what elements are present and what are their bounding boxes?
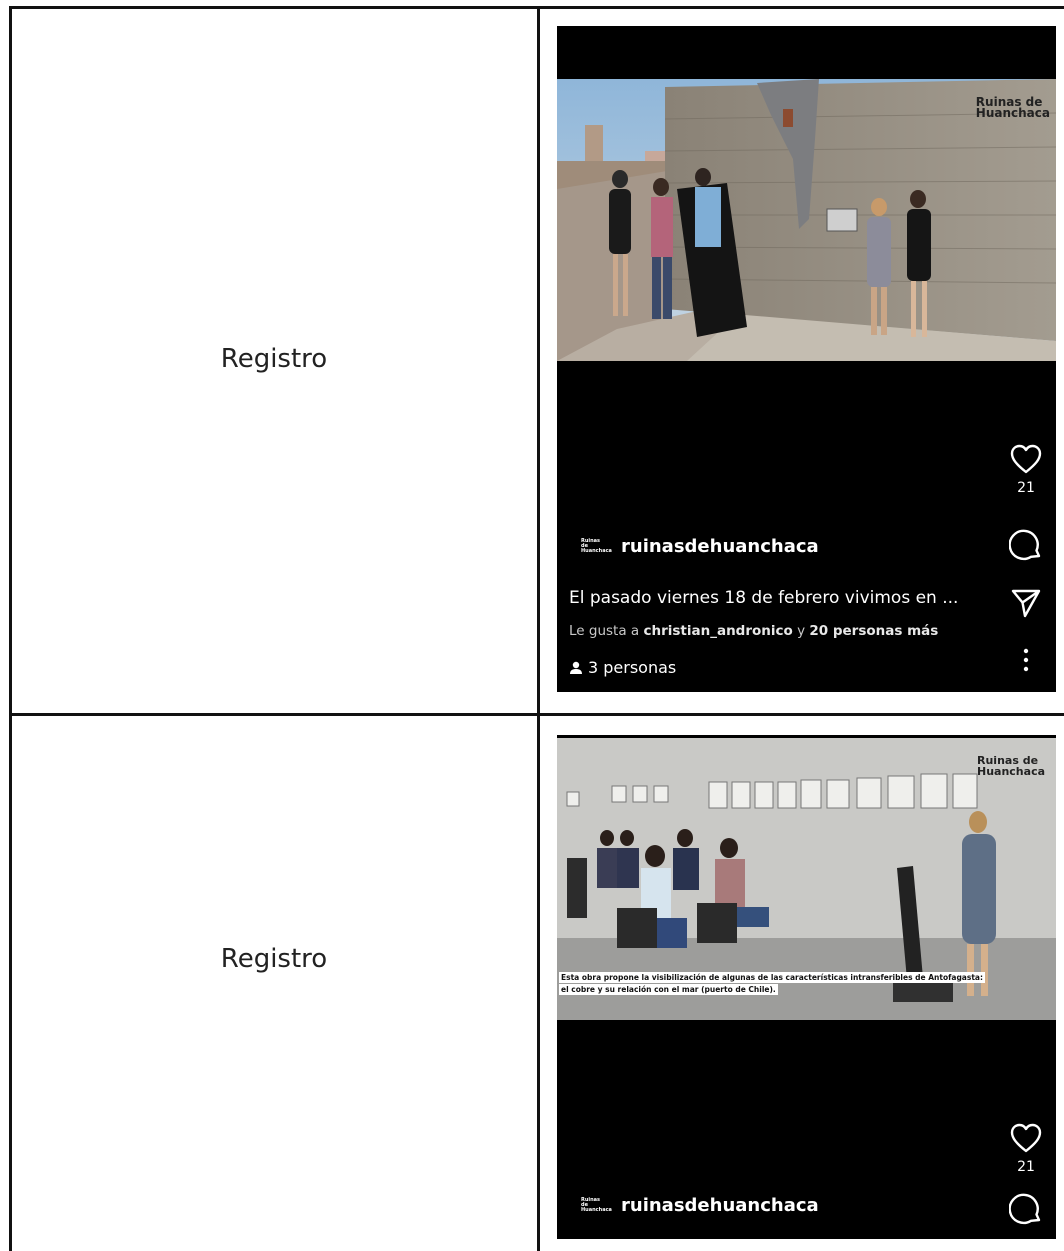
likes-prefix: Le gusta a bbox=[569, 623, 644, 639]
like-count: 21 bbox=[1017, 480, 1035, 496]
person-icon bbox=[570, 661, 582, 674]
liked-by-text[interactable]: Le gusta a christian_andronico y 20 pers… bbox=[569, 623, 938, 639]
comment-button[interactable] bbox=[996, 528, 1056, 562]
avatar-line-2: Huanchaca bbox=[581, 548, 612, 554]
avatar[interactable]: Ruinas de Huanchaca bbox=[581, 539, 612, 554]
heart-outline-icon bbox=[1010, 444, 1042, 474]
reel-actions: 21 bbox=[996, 26, 1056, 692]
row-label-registro: Registro bbox=[220, 344, 328, 374]
video-subtitle-line-1: Esta obra propone la visibilización de a… bbox=[559, 972, 985, 983]
like-button-2[interactable]: 21 bbox=[996, 1123, 1056, 1175]
table-border-left bbox=[9, 6, 12, 1251]
tagged-people[interactable]: 3 personas bbox=[569, 658, 676, 677]
heart-outline-icon bbox=[1010, 1123, 1042, 1153]
vertical-dots-icon bbox=[1023, 648, 1029, 672]
avatar-2-line-2: Huanchaca bbox=[581, 1207, 612, 1213]
avatar-2[interactable]: Ruinas de Huanchaca bbox=[581, 1198, 612, 1213]
like-count-2: 21 bbox=[1017, 1159, 1035, 1175]
comment-bubble-icon bbox=[1009, 1193, 1041, 1224]
video-subtitle-line-2: el cobre y su relación con el mar (puert… bbox=[559, 984, 778, 995]
paper-plane-icon bbox=[1011, 589, 1041, 618]
more-options-button[interactable] bbox=[996, 648, 1056, 672]
share-button[interactable] bbox=[996, 588, 1056, 618]
outdoor-ceremony-image bbox=[557, 79, 1056, 361]
document-table: Registro Ruinas de Huanchaca 21 Ruinas d… bbox=[0, 0, 1064, 1251]
like-button[interactable]: 21 bbox=[996, 444, 1056, 496]
username-link[interactable]: ruinasdehuanchaca bbox=[621, 536, 819, 557]
reel-actions-2: 21 bbox=[996, 735, 1056, 1239]
reel-video-frame-2[interactable]: Ruinas de Huanchaca Esta obra propone la… bbox=[557, 738, 1056, 1020]
row-label-registro-2: Registro bbox=[220, 944, 328, 974]
instagram-reel-card[interactable]: Ruinas de Huanchaca 21 Ruinas de Huancha… bbox=[557, 26, 1056, 692]
comment-bubble-icon bbox=[1009, 529, 1041, 560]
reel-author-2[interactable]: Ruinas de Huanchaca ruinasdehuanchaca bbox=[581, 1195, 819, 1216]
liked-by-user[interactable]: christian_andronico bbox=[643, 623, 792, 639]
table-column-divider bbox=[537, 6, 540, 1251]
username-link-2[interactable]: ruinasdehuanchaca bbox=[621, 1195, 819, 1216]
comment-button-2[interactable] bbox=[996, 1192, 1056, 1226]
likes-mid: y bbox=[792, 623, 810, 639]
reel-author[interactable]: Ruinas de Huanchaca ruinasdehuanchaca bbox=[581, 536, 819, 557]
liked-by-others[interactable]: 20 personas más bbox=[809, 623, 938, 639]
tagged-people-count: 3 personas bbox=[588, 658, 677, 677]
reel-caption[interactable]: El pasado viernes 18 de febrero vivimos … bbox=[569, 588, 969, 608]
instagram-reel-card-2[interactable]: Ruinas de Huanchaca Esta obra propone la… bbox=[557, 735, 1056, 1239]
reel-video-frame[interactable]: Ruinas de Huanchaca bbox=[557, 79, 1056, 361]
